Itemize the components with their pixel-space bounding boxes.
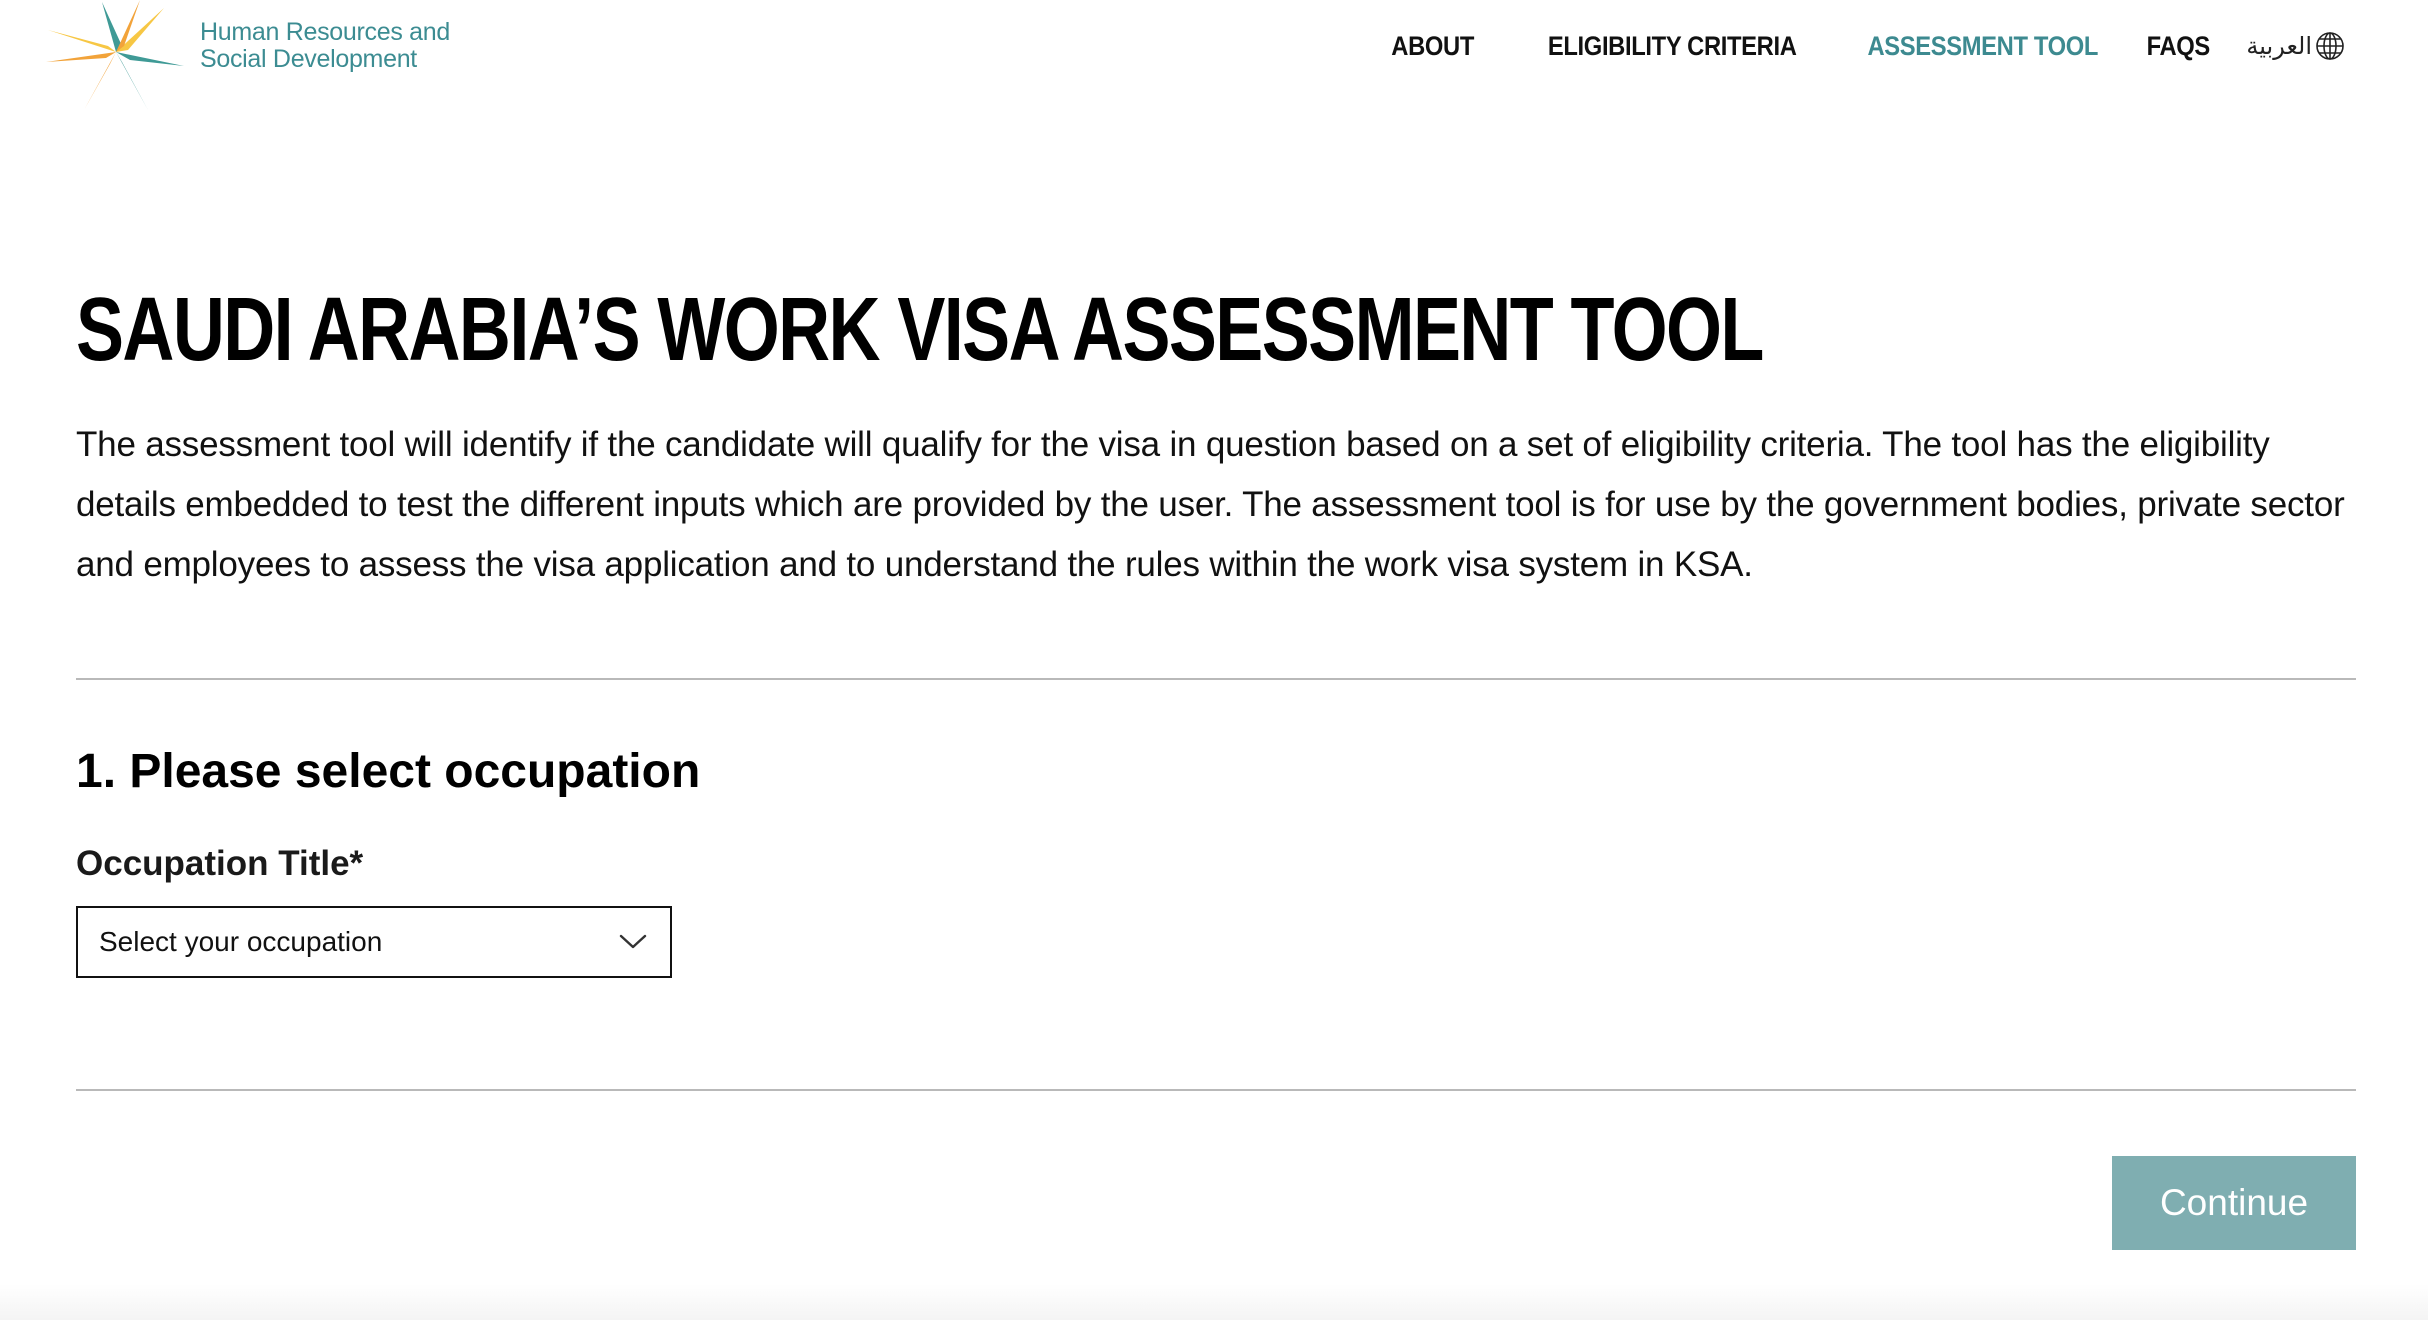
section-divider-top xyxy=(76,678,2356,680)
logo-line-1: Human Resources and xyxy=(200,18,450,46)
globe-icon xyxy=(2316,32,2344,60)
main-nav: ABOUT ELIGIBILITY CRITERIA ASSESSMENT TO… xyxy=(1340,26,2346,66)
language-label: العربية xyxy=(2246,32,2312,60)
intro-paragraph: The assessment tool will identify if the… xyxy=(76,425,2345,584)
occupation-select[interactable]: Select your occupation xyxy=(76,906,672,978)
nav-eligibility-criteria[interactable]: ELIGIBILITY CRITERIA xyxy=(1548,31,1797,62)
page: Human Resources and Social Development A… xyxy=(0,0,2428,1320)
chevron-down-icon xyxy=(619,934,647,949)
ministry-star-logo-icon xyxy=(46,0,184,110)
step-heading: 1. Please select occupation xyxy=(76,745,701,798)
ministry-logo[interactable]: Human Resources and Social Development xyxy=(44,0,450,112)
logo-line-2: Social Development xyxy=(200,45,417,73)
page-title: SAUDI ARABIA’S WORK VISA ASSESSMENT TOOL xyxy=(76,280,1764,380)
nav-about[interactable]: ABOUT xyxy=(1391,31,1474,62)
footer-shade xyxy=(0,1284,2428,1320)
nav-faqs[interactable]: FAQS xyxy=(2147,31,2211,62)
logo-wordmark: Human Resources and Social Development xyxy=(200,19,450,73)
language-switcher[interactable]: العربية xyxy=(2246,30,2346,62)
section-divider-bottom xyxy=(76,1089,2356,1091)
nav-assessment-tool[interactable]: ASSESSMENT TOOL xyxy=(1868,31,2099,62)
continue-button[interactable]: Continue xyxy=(2112,1156,2356,1250)
occupation-title-label: Occupation Title* xyxy=(76,844,364,883)
occupation-select-value: Select your occupation xyxy=(99,926,383,957)
